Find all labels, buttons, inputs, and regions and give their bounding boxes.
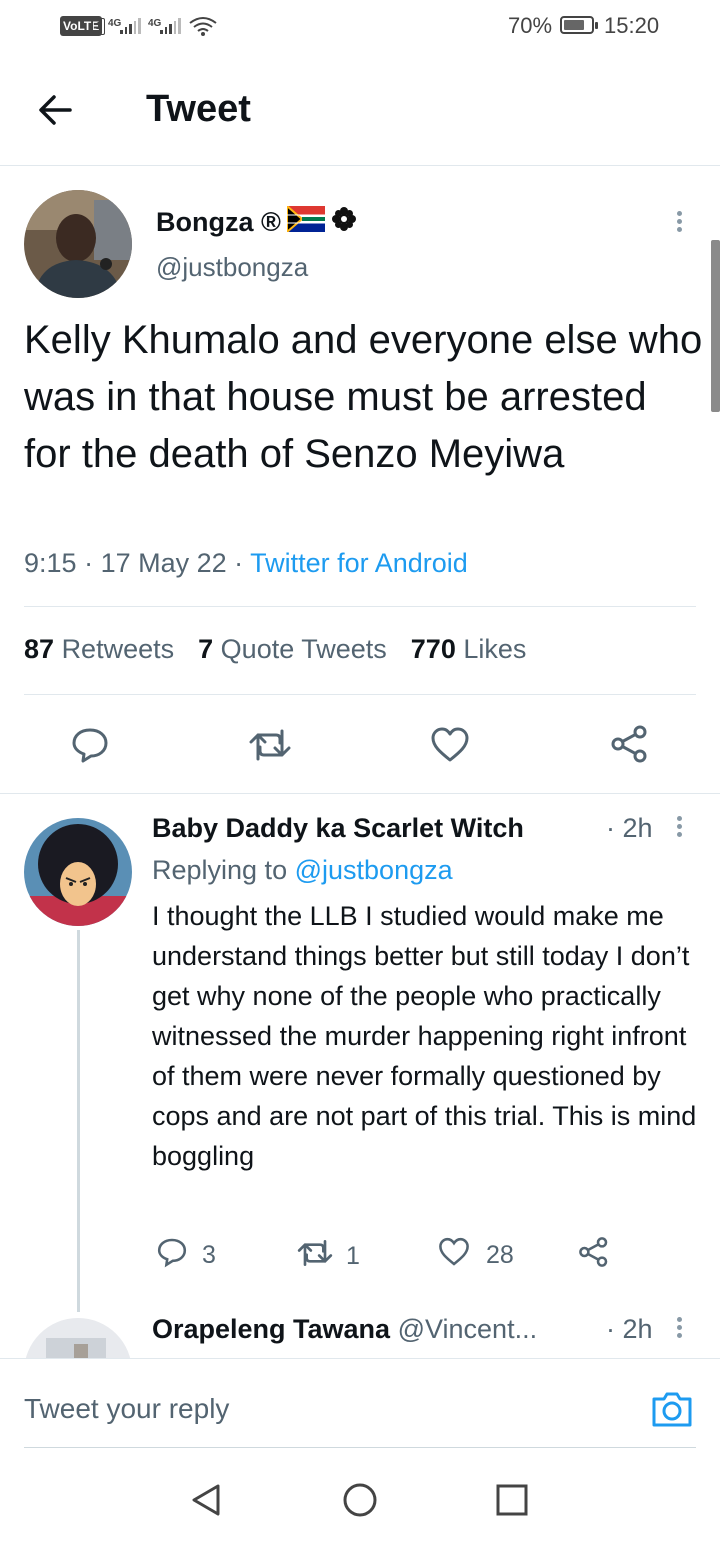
reply-text: I thought the LLB I studied would make m… — [152, 901, 697, 1171]
likes-stat[interactable]: 770 Likes — [411, 634, 527, 665]
tweet-time: 9:15 — [24, 548, 77, 578]
like-icon[interactable] — [430, 725, 470, 765]
avatar[interactable] — [24, 818, 132, 926]
reply-input[interactable]: Tweet your reply — [24, 1393, 229, 1425]
system-nav-bar — [0, 1448, 720, 1541]
reply-icon[interactable] — [70, 725, 110, 765]
sim-indicator: 1 — [92, 18, 105, 35]
retweet-icon — [296, 1238, 334, 1275]
page-title: Tweet — [146, 88, 251, 130]
home-circle-icon[interactable] — [342, 1482, 378, 1523]
arrow-left-icon[interactable] — [34, 88, 78, 132]
status-bar: VoLTE 1 4G 4G 70% 15:20 — [0, 0, 720, 54]
battery-percent: 70% — [508, 13, 553, 38]
tweet-meta: 9:15 · 17 May 22 · Twitter for Android — [24, 548, 468, 578]
more-options-icon[interactable] — [677, 1314, 683, 1341]
reply-time: · 2h — [606, 1314, 653, 1344]
reply-author-name: Orapeleng Tawana — [152, 1314, 391, 1344]
quotes-count: 7 — [198, 634, 214, 664]
battery-icon — [560, 16, 598, 34]
retweets-count: 87 — [24, 634, 55, 664]
reply-icon — [156, 1236, 188, 1275]
author-name: Bongza ® — [156, 207, 281, 237]
author-name-row[interactable]: Bongza ® — [156, 203, 357, 239]
more-options-icon[interactable] — [677, 208, 683, 235]
quotes-stat[interactable]: 7 Quote Tweets — [198, 634, 387, 665]
author-handle[interactable]: @justbongza — [156, 252, 308, 283]
like-icon — [438, 1236, 470, 1275]
reply-author-row[interactable]: Orapeleng Tawana @Vincent... — [152, 1314, 537, 1345]
retweets-stat[interactable]: 87 Retweets — [24, 634, 174, 665]
clock: 15:20 — [604, 13, 660, 38]
replying-to-prefix: Replying to — [152, 855, 288, 885]
reply-action-retweet[interactable]: 1 — [296, 1238, 360, 1275]
replying-to-handle[interactable]: @justbongza — [295, 855, 453, 885]
tweet-text: Kelly Khumalo and everyone else who was … — [24, 318, 703, 476]
thread-line — [77, 930, 80, 1312]
reply-time: · 2h — [606, 813, 653, 843]
flower-icon — [331, 206, 357, 239]
recents-square-icon[interactable] — [496, 1484, 528, 1521]
avatar[interactable] — [24, 190, 132, 298]
tweet-date: 17 May 22 — [100, 548, 227, 578]
tweet-source[interactable]: Twitter for Android — [250, 548, 468, 578]
south-africa-flag-icon — [285, 203, 325, 239]
reply-action-reply[interactable]: 3 — [156, 1236, 216, 1275]
retweet-icon[interactable] — [248, 727, 292, 763]
share-icon[interactable] — [578, 1236, 610, 1273]
reply-count: 3 — [202, 1241, 216, 1269]
retweets-label: Retweets — [61, 634, 175, 664]
share-icon[interactable] — [610, 724, 650, 764]
signal-1-icon: 4G — [108, 13, 141, 34]
divider — [0, 793, 720, 794]
divider — [24, 694, 696, 695]
signal-2-icon: 4G — [148, 13, 181, 34]
like-count: 28 — [486, 1241, 514, 1269]
camera-icon[interactable] — [650, 1389, 694, 1434]
scrollbar[interactable] — [711, 240, 720, 412]
replying-to: Replying to @justbongza — [152, 855, 453, 886]
reply-composer-bar: Tweet your reply — [0, 1358, 720, 1448]
tweet-stats: 87 Retweets 7 Quote Tweets 770 Likes — [24, 634, 526, 665]
wifi-icon — [188, 15, 218, 42]
reply-author-handle: @Vincent... — [397, 1314, 538, 1344]
top-app-bar — [0, 54, 720, 166]
back-triangle-icon[interactable] — [188, 1482, 224, 1523]
likes-label: Likes — [463, 634, 527, 664]
retweet-count: 1 — [346, 1242, 360, 1270]
reply-action-like[interactable]: 28 — [438, 1236, 514, 1275]
likes-count: 770 — [410, 634, 456, 664]
more-options-icon[interactable] — [677, 813, 683, 840]
divider — [24, 606, 696, 607]
reply-author-name[interactable]: Baby Daddy ka Scarlet Witch — [152, 813, 524, 844]
quotes-label: Quote Tweets — [220, 634, 387, 664]
